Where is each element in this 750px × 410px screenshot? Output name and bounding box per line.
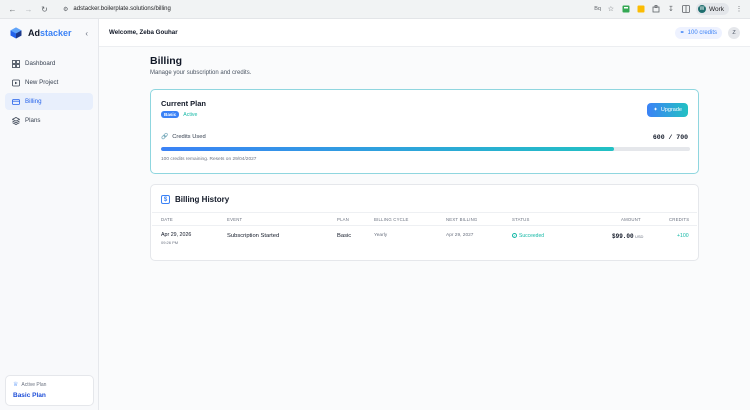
profile-avatar: W: [697, 5, 706, 13]
column-header-billing-cycle: Billing Cycle: [374, 217, 409, 222]
sidebar-item-billing[interactable]: Billing: [5, 93, 93, 110]
app-header: Welcome, Zeba Gouhar ⚭ 100 credits Z: [99, 19, 750, 47]
crown-icon: ♕: [13, 382, 19, 388]
sidebar-item-label: Dashboard: [25, 60, 56, 67]
sparkle-icon: ✦: [653, 107, 658, 113]
user-avatar[interactable]: Z: [728, 26, 740, 39]
credits-used-value: 600 / 700: [652, 134, 688, 141]
upgrade-button[interactable]: ✦ Upgrade: [647, 103, 688, 117]
divider: [152, 212, 697, 213]
cell-time: 09:26 PM: [161, 240, 179, 245]
coin-icon: ⚭: [679, 30, 685, 36]
cell-billing-cycle: Yearly: [374, 233, 388, 238]
plan-status: Active: [183, 111, 198, 118]
column-header-date: Date: [161, 217, 173, 222]
sidebar-item-label: Plans: [25, 117, 41, 124]
current-plan-card: Current Plan Basic Active ✦ Upgrade 🔗 Cr…: [150, 89, 699, 174]
cell-date: Apr 29, 2026: [161, 232, 192, 238]
billing-history-title: $ Billing History: [161, 195, 229, 204]
welcome-text: Welcome, Zeba Gouhar: [109, 29, 178, 36]
active-plan-card[interactable]: ♕ Active Plan Basic Plan: [5, 375, 94, 406]
profile-name: Work: [708, 5, 724, 13]
divider: [152, 225, 697, 226]
cell-next-billing: Apr 29, 2027: [446, 233, 474, 238]
extension-bq-icon[interactable]: Bq: [594, 4, 601, 14]
sidebar-item-label: New Project: [25, 79, 59, 86]
brand-name: Adstacker: [28, 28, 72, 38]
credits-remaining-text: 100 credits remaining. Resets on 29/04/2…: [161, 157, 257, 162]
column-header-credits: Credits: [669, 217, 690, 222]
link-icon: 🔗: [161, 134, 169, 140]
active-plan-label: ♕ Active Plan: [13, 381, 47, 389]
brand[interactable]: Adstacker ‹: [0, 19, 98, 47]
credits-badge[interactable]: ⚭ 100 credits: [674, 26, 722, 39]
reload-icon[interactable]: ↻: [38, 3, 51, 16]
page-title: Billing: [150, 55, 183, 67]
main-content: Billing Manage your subscription and cre…: [99, 47, 750, 410]
plan-badges: Basic Active: [161, 111, 197, 118]
credits-progress-fill: [161, 147, 615, 151]
plan-badge: Basic: [161, 111, 180, 118]
extensions-puzzle-icon[interactable]: [651, 4, 661, 14]
column-header-amount: Amount: [621, 217, 641, 222]
cell-currency: USD: [635, 234, 644, 239]
url-text: adstacker.boilerplate.solutions/billing: [73, 6, 171, 12]
column-header-next-billing: Next Billing: [446, 217, 478, 222]
credit-card-icon: [11, 97, 20, 106]
site-info-icon[interactable]: ⚙: [63, 6, 68, 13]
sidebar-nav: Dashboard New Project Billing Plans: [0, 47, 98, 129]
credits-progress-bar: [161, 147, 690, 151]
cell-amount: $99.00: [612, 232, 634, 240]
profile-button[interactable]: W Work: [695, 3, 729, 15]
page-subtitle: Manage your subscription and credits.: [150, 70, 252, 76]
back-icon[interactable]: ←: [6, 3, 19, 16]
sidebar-item-new-project[interactable]: New Project: [5, 74, 93, 91]
upgrade-label: Upgrade: [660, 107, 682, 113]
status-text: Succeeded: [519, 232, 545, 239]
adstacker-logo-icon: [10, 27, 22, 39]
forward-icon[interactable]: →: [22, 3, 35, 16]
layers-icon: [11, 116, 20, 125]
dashboard-icon: [11, 59, 20, 68]
credits-used-label: 🔗 Credits Used: [161, 134, 206, 140]
cell-credits: +100: [677, 233, 689, 239]
video-icon: [11, 78, 20, 87]
cell-plan: Basic: [337, 233, 352, 239]
cell-status: ✓ Succeeded: [512, 233, 544, 239]
receipt-icon: $: [161, 195, 170, 204]
credits-count: 100 credits: [687, 29, 717, 36]
collapse-sidebar-icon[interactable]: ‹: [85, 29, 88, 38]
sidebar-item-label: Billing: [25, 98, 42, 105]
sidebar: Adstacker ‹ Dashboard New Project Billin…: [0, 19, 99, 410]
check-circle-icon: ✓: [512, 233, 517, 238]
address-bar[interactable]: ⚙ adstacker.boilerplate.solutions/billin…: [58, 3, 176, 16]
split-view-icon[interactable]: [681, 4, 691, 14]
download-icon[interactable]: ↧: [666, 4, 676, 14]
bookmark-star-icon[interactable]: ☆: [606, 4, 616, 14]
extension-green-icon[interactable]: [621, 4, 631, 14]
billing-history-card: $ Billing History Date Event Plan Billin…: [150, 184, 699, 261]
column-header-status: Status: [512, 217, 530, 222]
current-plan-title: Current Plan: [161, 99, 207, 108]
sidebar-item-dashboard[interactable]: Dashboard: [5, 55, 93, 72]
extension-yellow-icon[interactable]: [636, 4, 646, 14]
cell-event: Subscription Started: [227, 233, 280, 239]
browser-toolbar: ← → ↻ ⚙ adstacker.boilerplate.solutions/…: [0, 0, 750, 19]
column-header-event: Event: [227, 217, 243, 222]
active-plan-value: Basic Plan: [13, 392, 46, 399]
browser-menu-icon[interactable]: ⋮: [734, 4, 744, 14]
sidebar-item-plans[interactable]: Plans: [5, 112, 93, 129]
column-header-plan: Plan: [337, 217, 350, 222]
